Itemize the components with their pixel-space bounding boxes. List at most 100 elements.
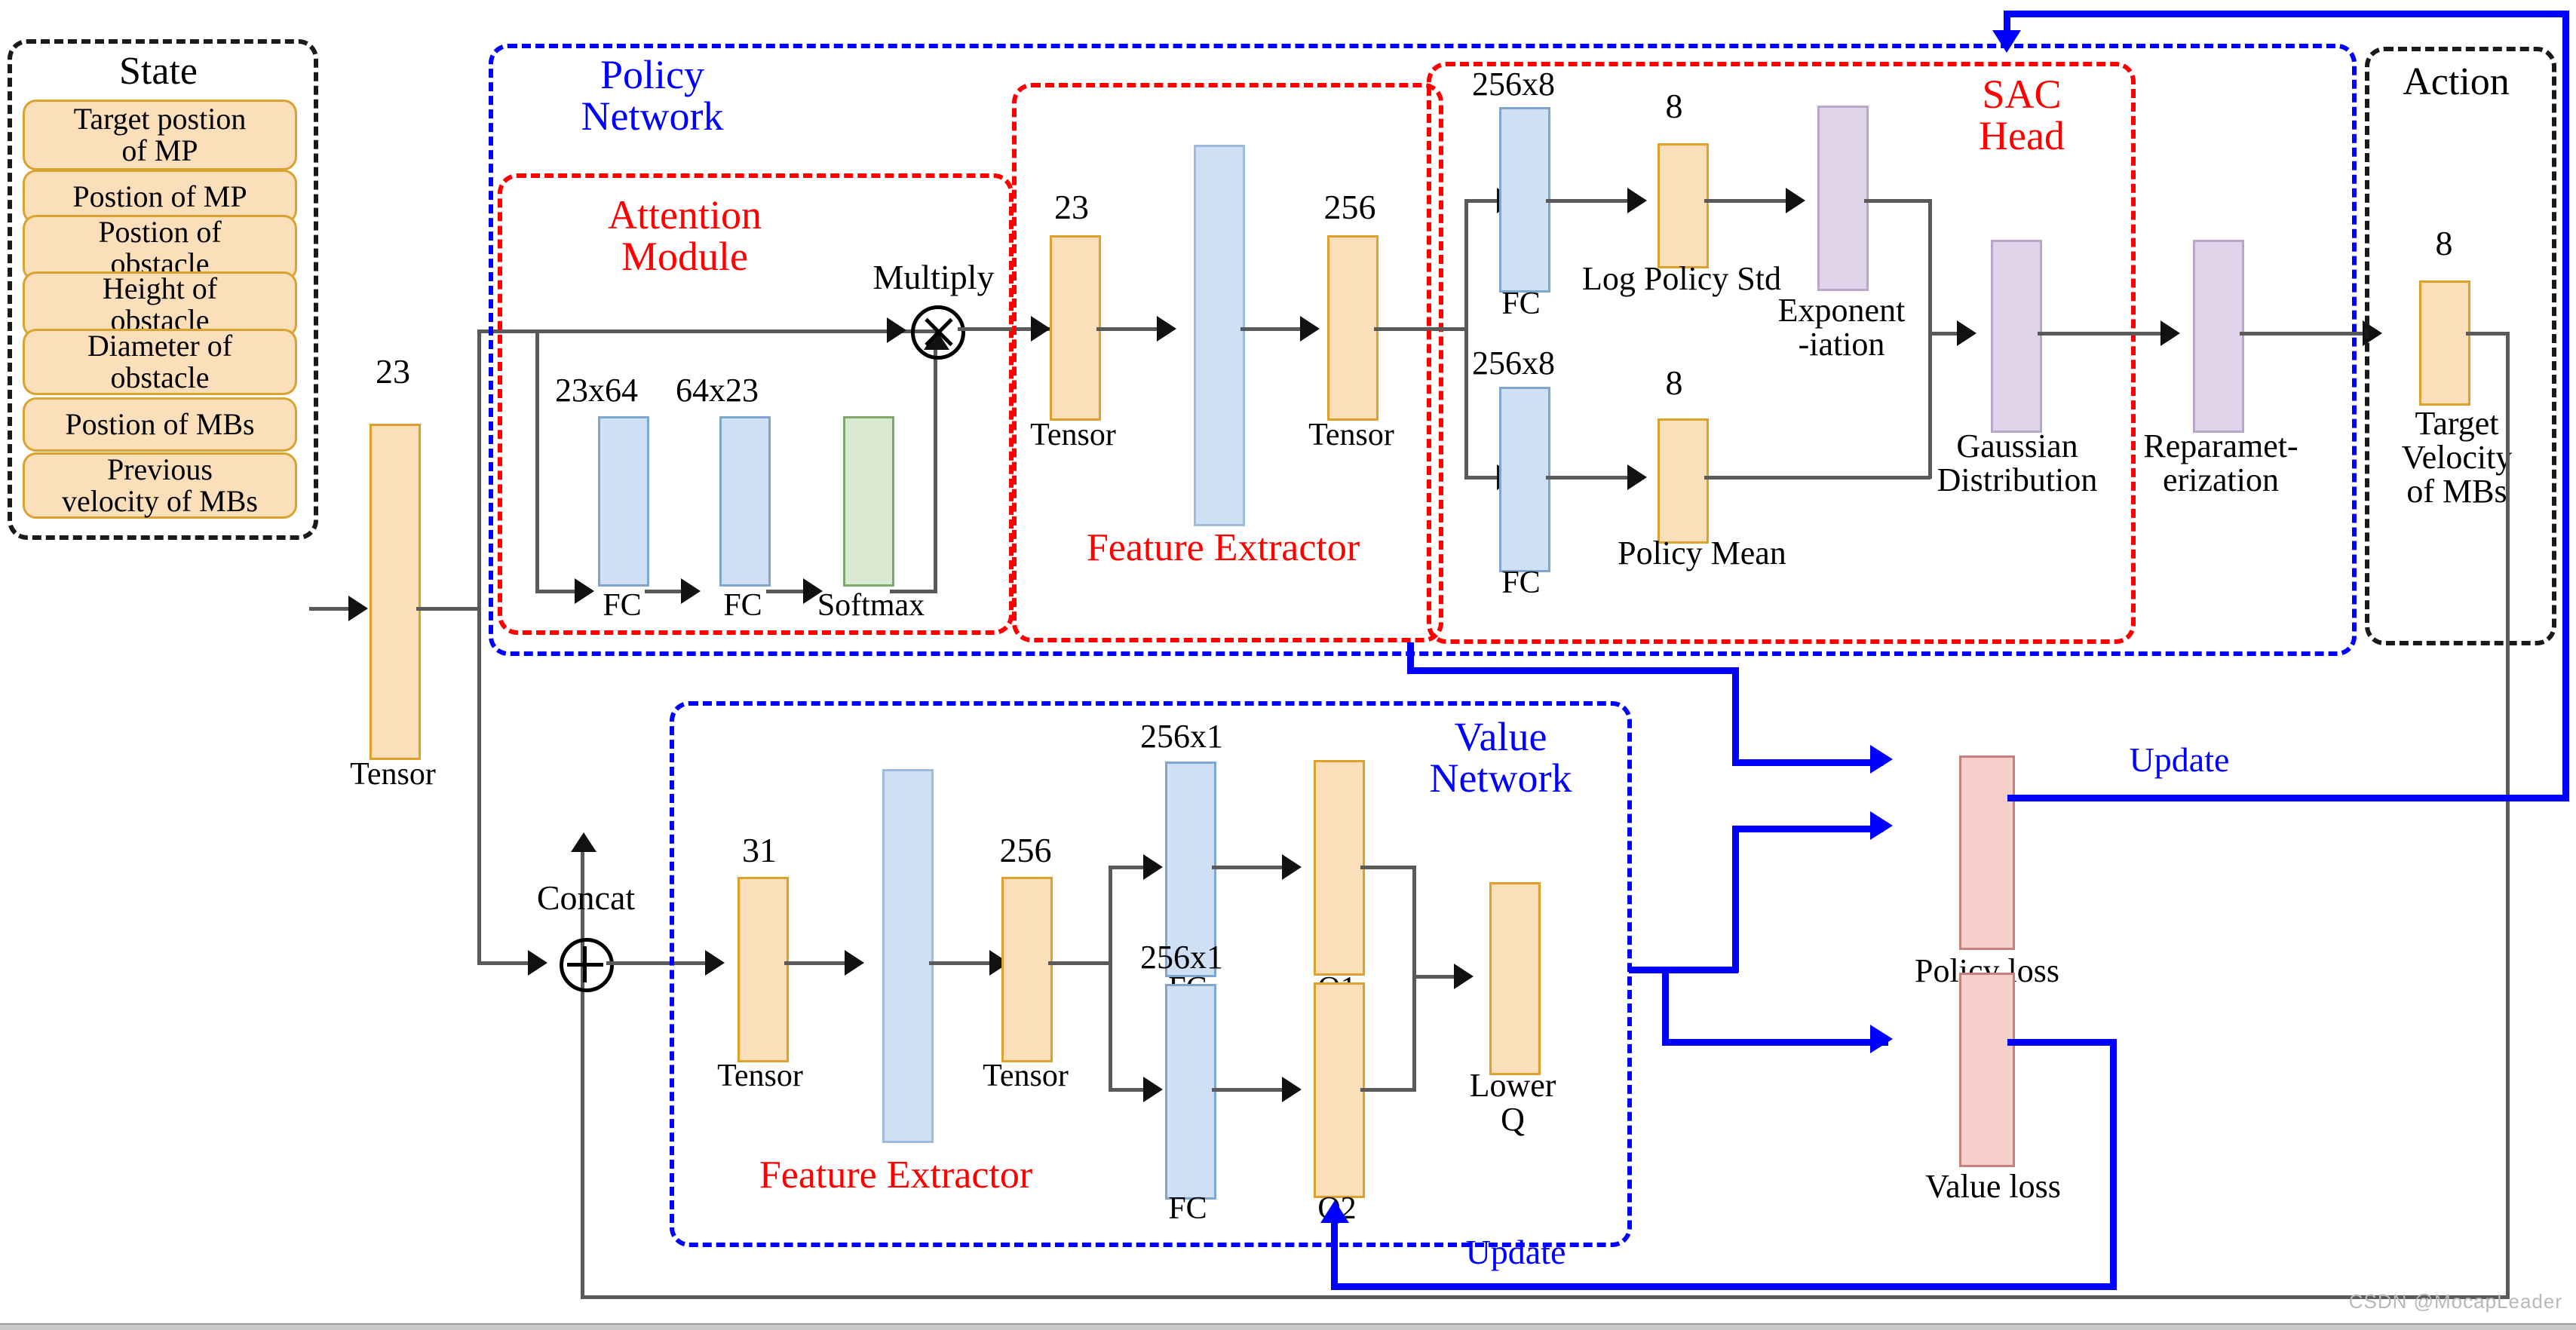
- q1-in-arrow: [1143, 854, 1163, 880]
- value-feature-extractor-title: Feature Extractor: [759, 1154, 1033, 1197]
- policy-head-to-loss-horizontal: [1407, 667, 1739, 674]
- state-to-tensor-arrow: [348, 596, 368, 621]
- lower-q-bar: [1489, 882, 1541, 1075]
- vfe-in-tensor-label: Tensor: [717, 1059, 803, 1093]
- reparameterization-label: Reparamet- erization: [2143, 428, 2298, 498]
- update-value-label: Update: [1465, 1233, 1566, 1271]
- value-update-drop: [2110, 1039, 2117, 1290]
- state-item-4: Diameter of obstacle: [23, 329, 297, 395]
- action-size: 8: [2435, 224, 2453, 262]
- valueloss-feed-vertical: [1662, 967, 1669, 1046]
- bottom-frame: [0, 1323, 2576, 1330]
- gaussian-distribution-label: Gaussian Distribution: [1937, 428, 2098, 498]
- value-loss-bar: [1959, 973, 2015, 1167]
- valueloss-feed-arrow: [1870, 1025, 1893, 1053]
- action-feedback-rise: [581, 850, 584, 1298]
- pfe-core-to-out-arrow: [1300, 316, 1320, 342]
- vfe-in-tensor-bar: [738, 877, 789, 1062]
- mean-out-line: [1704, 476, 1930, 480]
- vfe-in-tensor-size: 31: [742, 831, 777, 869]
- sac-mean-out-size: 8: [1665, 363, 1683, 402]
- input-tensor-label: Tensor: [350, 757, 436, 792]
- value-update-arrow: [1320, 1200, 1349, 1223]
- multiply-label: Multiply: [872, 258, 995, 296]
- attention-fc1-size: 23x64: [555, 372, 638, 409]
- gaussian-to-reparam-line: [2038, 332, 2173, 336]
- sac-std-out-size: 8: [1665, 87, 1683, 125]
- sac-mean-fc-to-out-arrow: [1627, 464, 1647, 490]
- state-title: State: [119, 50, 198, 93]
- action-label: Target Velocity of MBs: [2401, 405, 2513, 510]
- attention-fc1-to-fc2-line: [645, 590, 686, 593]
- policy-loss-bar: [1959, 755, 2015, 950]
- attention-fc2-bar: [719, 416, 771, 587]
- tensor-out-line: [416, 607, 480, 611]
- lowerq-merge-vertical: [1412, 866, 1416, 1092]
- sac-mean-fc-label: FC: [1501, 565, 1541, 600]
- policy-update-rise: [2562, 11, 2569, 798]
- pfe-out-tensor-label: Tensor: [1308, 418, 1394, 452]
- lower-q-label: Lower Q: [1469, 1067, 1556, 1138]
- q1-fc-to-q1-arrow: [1282, 854, 1302, 880]
- sac-std-out-to-exp-arrow: [1786, 188, 1805, 213]
- gaussian-in-arrow: [1957, 320, 1976, 346]
- concat-in-arrow: [528, 950, 547, 976]
- q2-fc-to-q2-arrow: [1282, 1077, 1302, 1102]
- lowerq-in-line: [1412, 975, 1459, 979]
- reparameterization-bar: [2193, 240, 2244, 433]
- q2-fc-bar: [1165, 984, 1216, 1200]
- q1-bar: [1314, 760, 1365, 976]
- sac-mean-out-bar: [1658, 418, 1709, 544]
- pfe-core-bar: [1194, 145, 1245, 526]
- watermark: CSDN @MocapLeader: [2348, 1290, 2562, 1313]
- concat-label: Concat: [536, 878, 636, 917]
- attention-input-line: [535, 590, 581, 593]
- attention-softmax-bar: [843, 416, 894, 587]
- attention-fc1-to-fc2-arrow: [681, 578, 701, 604]
- q2-out-line: [1360, 1088, 1416, 1092]
- softmax-out-line: [890, 590, 937, 593]
- sac-std-out-bar: [1658, 143, 1709, 268]
- concat-in-line: [477, 961, 530, 965]
- sac-mean-fc-size: 256x8: [1472, 345, 1555, 382]
- exp-out-line: [1864, 199, 1932, 203]
- state-item-5: Postion of MBs: [23, 397, 297, 452]
- lowerq-to-policyloss-line: [1629, 967, 1738, 973]
- pfe-out-tensor-bar: [1327, 235, 1378, 421]
- softmax-up-line: [934, 348, 937, 591]
- q2-bar: [1314, 982, 1365, 1198]
- q2-fc-size: 256x1: [1140, 939, 1223, 976]
- exp-drop-line: [1928, 199, 1932, 333]
- attention-fc1-bar: [598, 416, 649, 587]
- vfe-out-tensor-size: 256: [999, 831, 1052, 869]
- diagram-canvas: State Target postion of MP Postion of MP…: [0, 0, 2576, 1330]
- state-to-tensor-line: [309, 607, 354, 611]
- action-out-bottom-line: [581, 1295, 2508, 1299]
- value-update-bottom-line: [1331, 1283, 2117, 1290]
- attention-softmax-label: Softmax: [817, 588, 925, 623]
- attention-fc1-label: FC: [603, 588, 642, 623]
- lowerq-to-policyloss-arrow: [1870, 811, 1893, 840]
- action-out-vertical: [2506, 332, 2510, 1299]
- vfe-out-line: [1048, 961, 1112, 965]
- lowerq-to-policyloss-vertical: [1732, 826, 1739, 973]
- lowerq-to-policyloss-feed: [1732, 826, 1883, 832]
- pfe-in-tensor-bar: [1050, 235, 1101, 421]
- q1-fc-size: 256x1: [1140, 718, 1223, 755]
- attention-module-title: Attention Module: [608, 192, 762, 280]
- pfe-out-tensor-size: 256: [1323, 188, 1376, 226]
- value-update-line-top: [2007, 1039, 2117, 1046]
- exponentiation-label: Exponent -iation: [1777, 292, 1906, 363]
- gaussian-distribution-bar: [1991, 240, 2042, 433]
- state-item-0: Target postion of MP: [23, 100, 297, 170]
- policy-update-top-line: [2004, 11, 2568, 17]
- action-feedback-arrow: [571, 832, 596, 852]
- q2-in-arrow: [1143, 1077, 1163, 1102]
- action-title: Action: [2403, 60, 2510, 103]
- policy-loss-feed-vertical: [1732, 667, 1739, 765]
- value-update-rise: [1331, 1221, 1338, 1289]
- pfe-in-tensor-label: Tensor: [1030, 418, 1116, 452]
- policy-network-title: Policy Network: [581, 52, 724, 139]
- policy-loss-feed-line: [1732, 759, 1883, 766]
- update-policy-label: Update: [2129, 740, 2230, 779]
